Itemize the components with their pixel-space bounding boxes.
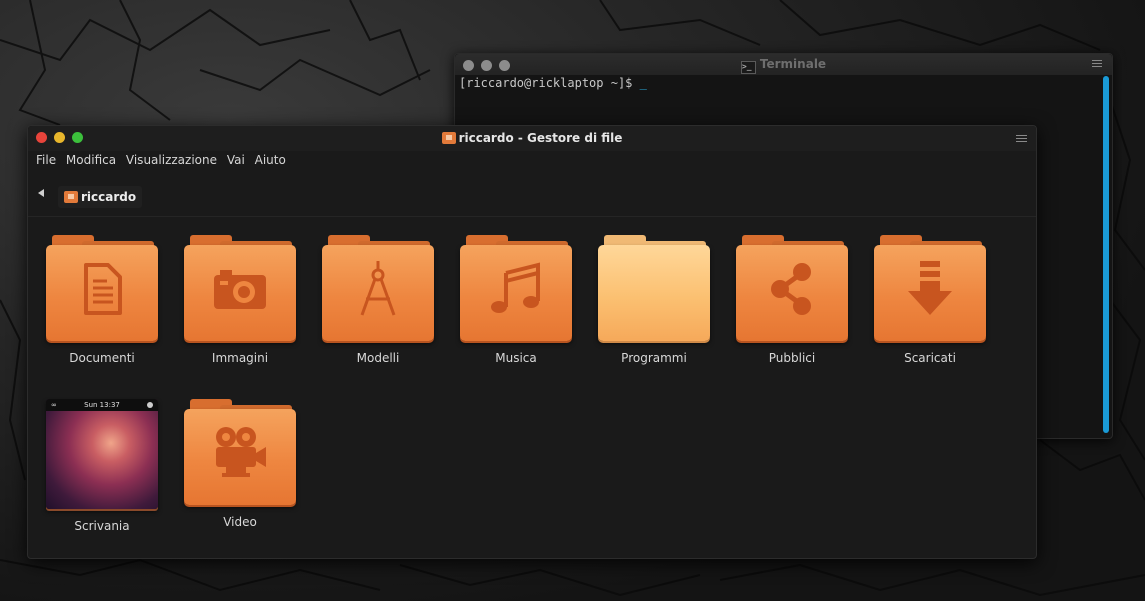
thumbnail-clock: Sun 13:37 (84, 401, 120, 409)
menu-aiuto[interactable]: Aiuto (255, 153, 286, 167)
music-icon (491, 262, 540, 313)
breadcrumb[interactable]: riccardo (58, 186, 143, 208)
folder-icon (322, 231, 434, 343)
folder-programmi[interactable]: Programmi (598, 231, 710, 365)
terminal-output[interactable]: [riccardo@ricklaptop ~]$ _ (459, 76, 647, 90)
folder-scaricati[interactable]: Scaricati (874, 231, 986, 365)
folder-icon (184, 395, 296, 507)
folder-musica[interactable]: Musica (460, 231, 572, 365)
home-folder-icon (441, 132, 456, 144)
menu-visualizzazione[interactable]: Visualizzazione (126, 153, 217, 167)
terminal-titlebar[interactable]: >_ Terminale (455, 54, 1112, 75)
menubar: File Modifica Visualizzazione Vai Aiuto (36, 153, 292, 167)
folder-icon (874, 231, 986, 343)
item-label: Scaricati (904, 351, 956, 365)
terminal-title-label: Terminale (759, 57, 827, 71)
terminal-icon: >_ (740, 61, 756, 74)
folder-modelli[interactable]: Modelli (322, 231, 434, 365)
item-label: Scrivania (74, 519, 130, 533)
folder-icon (184, 231, 296, 343)
folder-icon (736, 231, 848, 343)
desktop-thumbnail: ∞ Sun 13:37 (46, 399, 158, 511)
folder-scrivania[interactable]: ∞ Sun 13:37 Scrivania (46, 399, 158, 533)
compass-icon (360, 261, 396, 316)
folder-video[interactable]: Video (184, 395, 296, 529)
breadcrumb-label: riccardo (81, 190, 137, 204)
folder-immagini[interactable]: Immagini (184, 231, 296, 365)
item-label: Programmi (621, 351, 687, 365)
file-manager-titlebar[interactable]: riccardo - Gestore di file (28, 126, 1036, 151)
terminal-scrollbar[interactable] (1103, 76, 1109, 433)
item-label: Modelli (356, 351, 400, 365)
menu-vai[interactable]: Vai (227, 153, 245, 167)
window-menu-icon[interactable] (1016, 135, 1027, 144)
item-label: Video (223, 515, 257, 529)
file-manager-window[interactable]: riccardo - Gestore di file File Modifica… (27, 125, 1037, 559)
folder-icon (598, 231, 710, 343)
back-arrow-icon[interactable] (38, 189, 44, 197)
camera-icon (214, 270, 266, 309)
video-camera-icon (216, 427, 266, 477)
window-title: riccardo - Gestore di file (28, 131, 1036, 145)
share-icon (771, 263, 811, 315)
terminal-title: >_ Terminale (455, 57, 1112, 74)
folder-pubblici[interactable]: Pubblici (736, 231, 848, 365)
terminal-cursor: _ (639, 76, 647, 90)
home-folder-icon (64, 191, 78, 203)
folder-documenti[interactable]: Documenti (46, 231, 158, 365)
status-icon (147, 402, 153, 408)
menu-file[interactable]: File (36, 153, 56, 167)
download-icon (908, 261, 952, 315)
item-label: Immagini (211, 351, 269, 365)
folder-icon (46, 231, 158, 343)
terminal-menu-icon[interactable] (1092, 60, 1102, 69)
terminal-prompt: [riccardo@ricklaptop ~]$ (459, 76, 640, 90)
window-title-label: riccardo - Gestore di file (458, 131, 623, 145)
item-label: Musica (495, 351, 537, 365)
document-icon (84, 263, 122, 315)
path-bar: riccardo (28, 182, 1036, 217)
item-label: Pubblici (768, 351, 816, 365)
item-label: Documenti (69, 351, 135, 365)
menu-modifica[interactable]: Modifica (66, 153, 116, 167)
folder-icon (460, 231, 572, 343)
